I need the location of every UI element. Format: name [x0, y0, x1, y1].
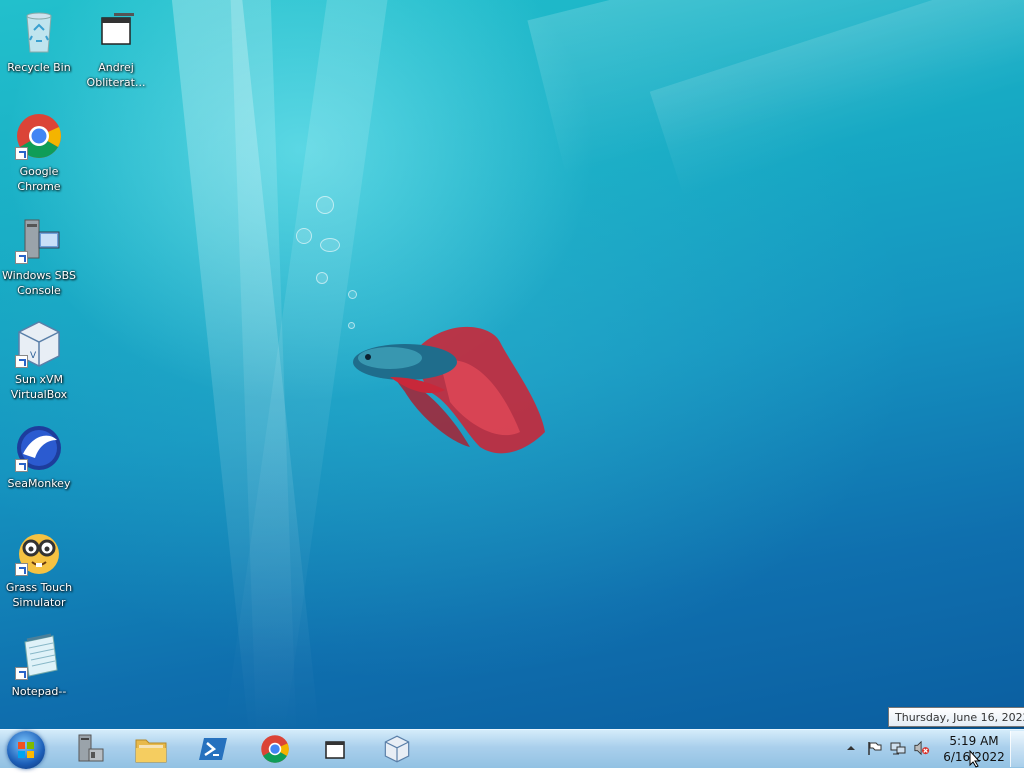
start-button[interactable] — [7, 731, 45, 769]
taskbar: 5:19 AM 6/16/2022 — [0, 729, 1024, 769]
bubble — [296, 228, 312, 244]
taskbar-chrome-button[interactable] — [249, 732, 301, 766]
svg-text:V: V — [30, 351, 37, 361]
shortcut-arrow-icon — [15, 251, 28, 264]
desktop-icon-grass-touch-simulator[interactable]: Grass Touch Simulator — [1, 528, 77, 610]
virtualbox-icon: V — [15, 320, 63, 368]
desktop-icon-label: Sun xVM VirtualBox — [10, 373, 68, 401]
shortcut-arrow-icon — [15, 355, 28, 368]
shortcut-arrow-icon — [15, 147, 28, 160]
chrome-icon — [261, 735, 289, 763]
shortcut-arrow-icon — [15, 563, 28, 576]
desktop-icon-label: Google Chrome — [17, 165, 61, 193]
recycle-bin-icon — [15, 8, 63, 56]
desktop-icon-andrej-obliterator[interactable]: Andrej Obliterat... — [78, 8, 154, 90]
taskbar-powershell-button[interactable] — [187, 732, 239, 766]
volume-muted-icon[interactable] — [914, 740, 930, 756]
bubble — [316, 272, 328, 284]
desktop-icon-recycle-bin[interactable]: Recycle Bin — [1, 8, 77, 75]
taskbar-virtualbox-button[interactable] — [371, 732, 423, 766]
desktop-icon-seamonkey[interactable]: SeaMonkey — [1, 424, 77, 491]
mouse-cursor-icon — [969, 750, 981, 768]
notepad-icon — [15, 632, 63, 680]
desktop-icon-label: Recycle Bin — [7, 61, 71, 74]
date-tooltip: Thursday, June 16, 2022 — [888, 707, 1024, 727]
server-manager-icon — [78, 734, 104, 762]
desktop-icon-label: Grass Touch Simulator — [5, 581, 73, 609]
network-icon[interactable] — [890, 740, 906, 756]
desktop-icon-label: Andrej Obliterat... — [86, 61, 146, 89]
chrome-icon — [15, 112, 63, 160]
clock-time: 5:19 AM — [949, 734, 999, 748]
show-desktop-button[interactable] — [1010, 731, 1024, 767]
bubble — [316, 196, 334, 214]
desktop-icon-windows-sbs-console[interactable]: Windows SBS Console — [1, 216, 77, 298]
nerd-face-icon — [15, 528, 63, 576]
bubble — [320, 238, 340, 252]
taskbar-program-window-button[interactable] — [310, 732, 362, 766]
desktop-icon-label: Windows SBS Console — [2, 269, 76, 297]
show-hidden-icons-icon[interactable] — [843, 740, 859, 756]
action-center-flag-icon[interactable] — [866, 740, 882, 756]
start-orb-icon — [18, 742, 34, 758]
program-window-icon — [325, 741, 345, 759]
taskbar-server-manager-button[interactable] — [63, 732, 115, 766]
bubble — [348, 290, 357, 299]
seamonkey-icon — [15, 424, 63, 472]
desktop-icon-notepad[interactable]: Notepad-- — [1, 632, 77, 699]
betta-fish-illustration — [353, 326, 545, 454]
desktop-icon-label: Notepad-- — [11, 685, 67, 698]
desktop-icon-sun-xvm-virtualbox[interactable]: V Sun xVM VirtualBox — [1, 320, 77, 402]
server-console-icon — [15, 216, 63, 264]
shortcut-arrow-icon — [15, 459, 28, 472]
desktop-icon-google-chrome[interactable]: Google Chrome — [1, 112, 77, 194]
taskbar-explorer-button[interactable] — [125, 732, 177, 766]
shortcut-arrow-icon — [15, 667, 28, 680]
desktop-icon-label: SeaMonkey — [7, 477, 71, 490]
folder-icon — [135, 739, 167, 763]
powershell-icon — [199, 738, 227, 760]
desktop-background[interactable]: Recycle Bin Andrej Obliterat... Google C… — [0, 0, 1024, 729]
virtualbox-icon — [384, 735, 410, 763]
program-window-icon — [92, 8, 140, 56]
